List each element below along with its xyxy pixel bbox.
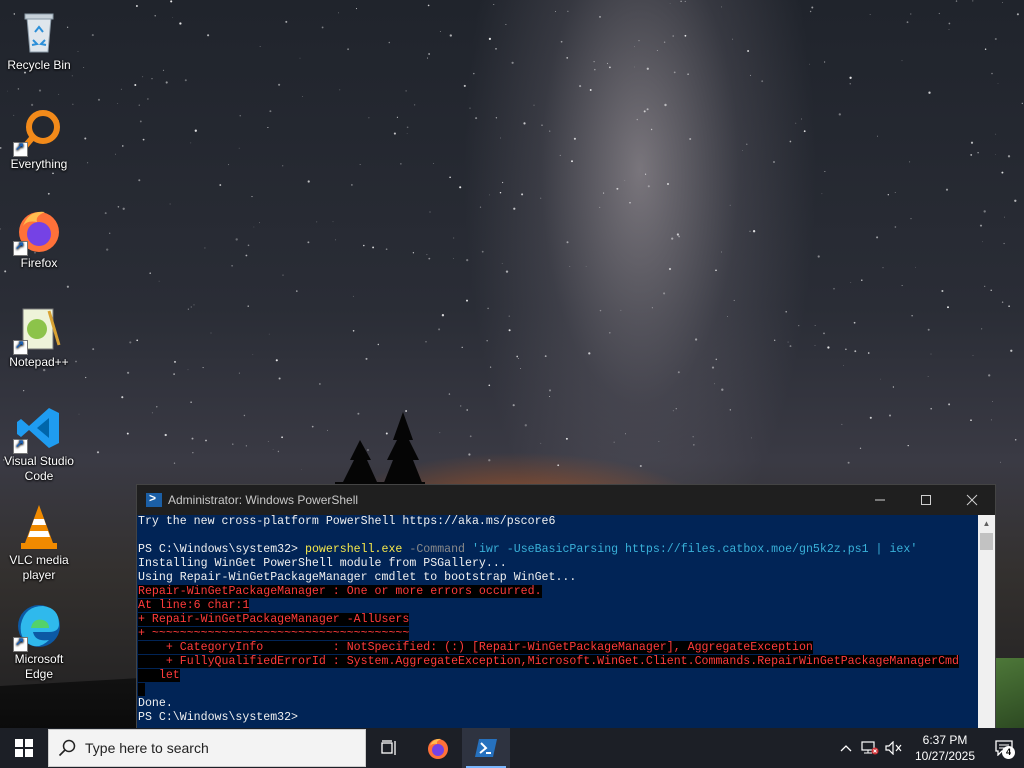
- command-string: 'iwr -UseBasicParsing https://files.catb…: [472, 543, 918, 556]
- shortcut-arrow-icon: [13, 437, 28, 454]
- desktop-icon-firefox[interactable]: Firefox: [0, 200, 78, 271]
- scrollbar-thumb[interactable]: [980, 533, 993, 550]
- notification-count-badge: 4: [1002, 746, 1015, 759]
- chevron-up-icon: [840, 745, 852, 752]
- desktop-icon-label: VLC media player: [9, 553, 69, 582]
- desktop-icon-vscode[interactable]: Visual Studio Code: [0, 398, 78, 484]
- powershell-icon: [146, 491, 162, 507]
- desktop-icon-label: Microsoft Edge: [14, 652, 64, 681]
- clock-date: 10/27/2025: [914, 749, 976, 763]
- show-hidden-icons-button[interactable]: [834, 728, 858, 768]
- maximize-button[interactable]: [903, 485, 949, 515]
- scroll-up-icon[interactable]: ▲: [978, 515, 995, 532]
- taskbar: Type here to search 6:37 PM 10/27/2025 4: [0, 728, 1024, 768]
- powershell-window[interactable]: Administrator: Windows PowerShell Try th…: [137, 485, 995, 728]
- desktop-icon-label: Notepad++: [9, 355, 69, 369]
- shortcut-arrow-icon: [13, 635, 28, 652]
- shortcut-arrow-icon: [13, 239, 28, 256]
- taskbar-powershell-button[interactable]: [462, 728, 510, 768]
- clock-time: 6:37 PM: [922, 733, 968, 747]
- window-title: Administrator: Windows PowerShell: [168, 493, 359, 507]
- desktop-icon-vlc[interactable]: VLC media player: [0, 497, 78, 583]
- firefox-icon: [428, 738, 448, 759]
- desktop-icon-recycle-bin[interactable]: Recycle Bin: [0, 2, 78, 73]
- system-tray: 6:37 PM 10/27/2025 4: [834, 728, 1024, 768]
- firefox-icon: [13, 206, 63, 256]
- task-view-icon: [381, 740, 396, 755]
- console-line: Using Repair-WinGetPackageManager cmdlet…: [138, 571, 577, 584]
- taskbar-clock[interactable]: 6:37 PM 10/27/2025: [906, 732, 984, 764]
- error-cursor-block: [138, 683, 145, 696]
- close-button[interactable]: [949, 485, 995, 515]
- search-icon: [49, 739, 85, 757]
- console-line: Done.: [138, 697, 173, 710]
- minimize-icon: [875, 499, 885, 501]
- vertical-scrollbar[interactable]: ▲: [978, 515, 995, 728]
- vlc-cone-icon: [15, 503, 63, 551]
- error-line: + FullyQualifiedErrorId : System.Aggrega…: [138, 655, 959, 668]
- console-output[interactable]: Try the new cross-platform PowerShell ht…: [137, 515, 978, 728]
- console-prompt-line: PS C:\Windows\system32>: [138, 711, 299, 724]
- everything-search-icon: [13, 107, 63, 157]
- error-line: At line:6 char:1: [138, 599, 250, 612]
- error-line: let: [138, 669, 180, 682]
- edge-icon: [13, 602, 63, 652]
- desktop-icon-label: Recycle Bin: [7, 58, 71, 72]
- search-placeholder: Type here to search: [85, 740, 209, 756]
- command-parameter: -Command: [409, 543, 466, 556]
- error-line: + ~~~~~~~~~~~~~~~~~~~~~~~~~~~~~~~~~~~~~: [138, 627, 410, 640]
- shortcut-arrow-icon: [13, 338, 28, 355]
- volume-button[interactable]: [882, 728, 906, 768]
- notepadpp-icon: [13, 305, 63, 355]
- recycle-bin-icon: [15, 8, 63, 56]
- error-line: Repair-WinGetPackageManager : One or mor…: [138, 585, 542, 598]
- powershell-icon: [475, 739, 497, 757]
- prompt: PS C:\Windows\system32>: [138, 543, 305, 556]
- desktop-icon-notepadpp[interactable]: Notepad++: [0, 299, 78, 370]
- error-line: + Repair-WinGetPackageManager -AllUsers: [138, 613, 410, 626]
- error-line: + CategoryInfo : NotSpecified: (:) [Repa…: [138, 641, 813, 654]
- desktop-icon-label: Firefox: [20, 256, 58, 270]
- desktop-icon-label: Everything: [10, 157, 68, 171]
- volume-muted-icon: [885, 741, 902, 755]
- desktop-icon-label: Visual Studio Code: [4, 454, 74, 483]
- network-status-button[interactable]: [858, 728, 882, 768]
- windows-logo-icon: [15, 739, 33, 757]
- console-line: Try the new cross-platform PowerShell ht…: [138, 515, 556, 528]
- action-center-button[interactable]: 4: [984, 728, 1024, 768]
- desktop-icon-edge[interactable]: Microsoft Edge: [0, 596, 78, 682]
- shortcut-arrow-icon: [13, 140, 28, 157]
- command-name: powershell.exe: [304, 543, 403, 556]
- desktop-icon-everything[interactable]: Everything: [0, 101, 78, 172]
- task-view-button[interactable]: [366, 728, 414, 768]
- console-command-line: PS C:\Windows\system32> powershell.exe -…: [138, 543, 978, 557]
- start-button[interactable]: [0, 728, 48, 768]
- vscode-icon: [13, 404, 63, 454]
- taskbar-search-box[interactable]: Type here to search: [48, 729, 366, 767]
- minimize-button[interactable]: [857, 485, 903, 515]
- network-disconnected-icon: [861, 741, 879, 755]
- maximize-icon: [921, 495, 931, 505]
- close-icon: [966, 494, 978, 506]
- taskbar-firefox-button[interactable]: [414, 728, 462, 768]
- window-title-bar[interactable]: Administrator: Windows PowerShell: [137, 485, 995, 515]
- console-line: Installing WinGet PowerShell module from…: [138, 557, 507, 570]
